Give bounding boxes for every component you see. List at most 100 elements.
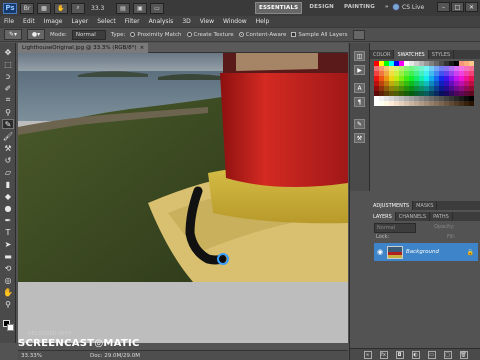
swatch-cell[interactable] <box>469 101 474 106</box>
lighthouse-photo[interactable] <box>18 53 348 282</box>
clone-stamp-tool-icon[interactable]: ⚒ <box>2 143 14 153</box>
zoom-tool-icon-toolbox[interactable]: ⚲ <box>2 299 14 309</box>
close-button[interactable]: ✕ <box>465 2 478 12</box>
menu-help[interactable]: Help <box>256 18 270 25</box>
screen-mode-icon[interactable]: ▭ <box>150 2 164 14</box>
layer-name: Background <box>406 249 439 255</box>
proximity-match-radio[interactable]: Proximity Match <box>130 32 182 38</box>
move-tool-icon[interactable]: ✥ <box>2 47 14 57</box>
spot-healing-brush-tool-icon[interactable]: ✎ <box>2 119 14 129</box>
pressure-size-icon[interactable] <box>352 29 365 40</box>
new-group-icon[interactable]: ▭ <box>427 350 436 359</box>
tab-styles[interactable]: STYLES <box>429 50 455 59</box>
paragraph-panel-icon[interactable]: ¶ <box>354 97 365 107</box>
minimize-button[interactable]: – <box>437 2 450 12</box>
cs-live-button[interactable]: CS Live <box>392 3 424 11</box>
watermark-brand: SCREENCAST <box>18 338 95 349</box>
watermark-brand-suffix: MATIC <box>103 338 140 349</box>
character-panel-icon[interactable]: A <box>354 83 365 93</box>
bridge-icon[interactable]: Br <box>20 2 34 14</box>
adjustment-layer-icon[interactable]: ◐ <box>411 350 420 359</box>
type-tool-icon[interactable]: T <box>2 227 14 237</box>
3d-orbit-tool-icon[interactable]: ◎ <box>2 275 14 285</box>
photoshop-logo: Ps <box>3 2 17 14</box>
actions-panel-icon[interactable]: ▶ <box>354 65 365 75</box>
menu-filter[interactable]: Filter <box>125 18 140 25</box>
clone-source-panel-icon[interactable]: ⚒ <box>354 133 365 143</box>
blend-mode-select[interactable]: Normal <box>374 223 416 233</box>
workspace-design[interactable]: DESIGN <box>306 2 337 14</box>
document-tab[interactable]: LighthouseOriginal.jpg @ 33.3% (RGB/8*) … <box>18 42 149 53</box>
close-document-icon[interactable]: × <box>140 45 145 51</box>
pen-tool-icon[interactable]: ✒ <box>2 215 14 225</box>
visibility-eye-icon[interactable]: ◉ <box>376 248 384 256</box>
layer-style-icon[interactable]: fx <box>379 350 388 359</box>
tab-masks[interactable]: MASKS <box>413 201 438 210</box>
menu-window[interactable]: Window <box>223 18 247 25</box>
link-layers-icon[interactable]: ∞ <box>363 350 372 359</box>
sample-all-layers-checkbox[interactable]: Sample All Layers <box>291 32 348 38</box>
blur-tool-icon[interactable]: ◆ <box>2 191 14 201</box>
swatches-grid[interactable] <box>374 61 478 107</box>
menu-edit[interactable]: Edit <box>23 18 35 25</box>
workspace-essentials[interactable]: ESSENTIALS <box>255 2 303 14</box>
history-panel-icon[interactable]: ◫ <box>354 51 365 61</box>
menu-bar: File Edit Image Layer Select Filter Anal… <box>0 16 480 27</box>
tab-paths[interactable]: PATHS <box>430 212 453 221</box>
workspace-more[interactable]: » <box>382 2 392 14</box>
tab-swatches[interactable]: SWATCHES <box>394 50 429 59</box>
add-mask-icon[interactable]: ◘ <box>395 350 404 359</box>
brush-preset-picker[interactable]: ●▾ <box>27 29 45 40</box>
mini-bridge-icon[interactable]: ▦ <box>37 2 51 14</box>
menu-3d[interactable]: 3D <box>182 18 190 25</box>
dodge-tool-icon[interactable]: ● <box>2 203 14 213</box>
shape-tool-icon[interactable]: ▬ <box>2 251 14 261</box>
tab-channels[interactable]: CHANNELS <box>396 212 431 221</box>
lighthouse-tower <box>220 68 348 187</box>
proximity-match-radio-dot <box>130 32 136 37</box>
menu-analysis[interactable]: Analysis <box>149 18 174 25</box>
canvas-area[interactable] <box>18 53 348 343</box>
tab-color[interactable]: COLOR <box>370 50 395 59</box>
quick-select-tool-icon[interactable]: ✐ <box>2 83 14 93</box>
menu-layer[interactable]: Layer <box>71 18 88 25</box>
marquee-tool-icon[interactable]: ⬚ <box>2 59 14 69</box>
brush-panel-icon[interactable]: ✎ <box>354 119 365 129</box>
layer-row-background[interactable]: ◉ Background 🔒 <box>374 243 478 261</box>
menu-select[interactable]: Select <box>97 18 116 25</box>
tab-layers[interactable]: LAYERS <box>370 212 396 221</box>
view-extras-icon[interactable]: ▤ <box>116 2 130 14</box>
status-zoom[interactable]: 33.33% <box>21 353 42 359</box>
delete-layer-icon[interactable]: 🗑 <box>459 350 468 359</box>
crop-tool-icon[interactable]: ⌗ <box>2 95 14 105</box>
workspace-painting[interactable]: PAINTING <box>341 2 378 14</box>
history-brush-tool-icon[interactable]: ↺ <box>2 155 14 165</box>
3d-rotate-tool-icon[interactable]: ⟲ <box>2 263 14 273</box>
cs-live-label: CS Live <box>402 3 425 11</box>
arrange-documents-icon[interactable]: ▣ <box>133 2 147 14</box>
layers-panel-footer: ∞ fx ◘ ◐ ▭ ▢ 🗑 <box>350 348 480 360</box>
brush-tool-icon[interactable]: 🖌 <box>2 131 14 141</box>
path-selection-tool-icon[interactable]: ➤ <box>2 239 14 249</box>
zoom-level[interactable]: 33.3 <box>91 5 113 12</box>
menu-image[interactable]: Image <box>44 18 63 25</box>
new-layer-icon[interactable]: ▢ <box>443 350 452 359</box>
menu-view[interactable]: View <box>200 18 214 25</box>
menu-file[interactable]: File <box>4 18 14 25</box>
adjustments-panel-tabs: ADJUSTMENTS MASKS <box>370 201 480 210</box>
gradient-tool-icon[interactable]: ▮ <box>2 179 14 189</box>
lasso-tool-icon[interactable]: ↄ <box>2 71 14 81</box>
create-texture-radio[interactable]: Create Texture <box>186 32 234 38</box>
hand-icon[interactable]: ✋ <box>54 2 68 14</box>
hand-tool-icon[interactable]: ✋ <box>2 287 14 297</box>
mode-select[interactable]: Normal <box>71 29 106 40</box>
tool-preset-picker[interactable]: ✎▾ <box>4 29 22 40</box>
tab-adjustments[interactable]: ADJUSTMENTS <box>370 201 414 210</box>
background-color-swatch[interactable] <box>7 324 14 331</box>
maximize-button[interactable]: □ <box>451 2 464 12</box>
eraser-tool-icon[interactable]: ▱ <box>2 167 14 177</box>
eyedropper-tool-icon[interactable]: ⚲ <box>2 107 14 117</box>
zoom-tool-icon[interactable]: ⌕ <box>71 2 85 14</box>
content-aware-radio[interactable]: Content-Aware <box>238 32 286 38</box>
status-doc-size[interactable]: Doc: 29.0M/29.0M <box>90 353 140 359</box>
